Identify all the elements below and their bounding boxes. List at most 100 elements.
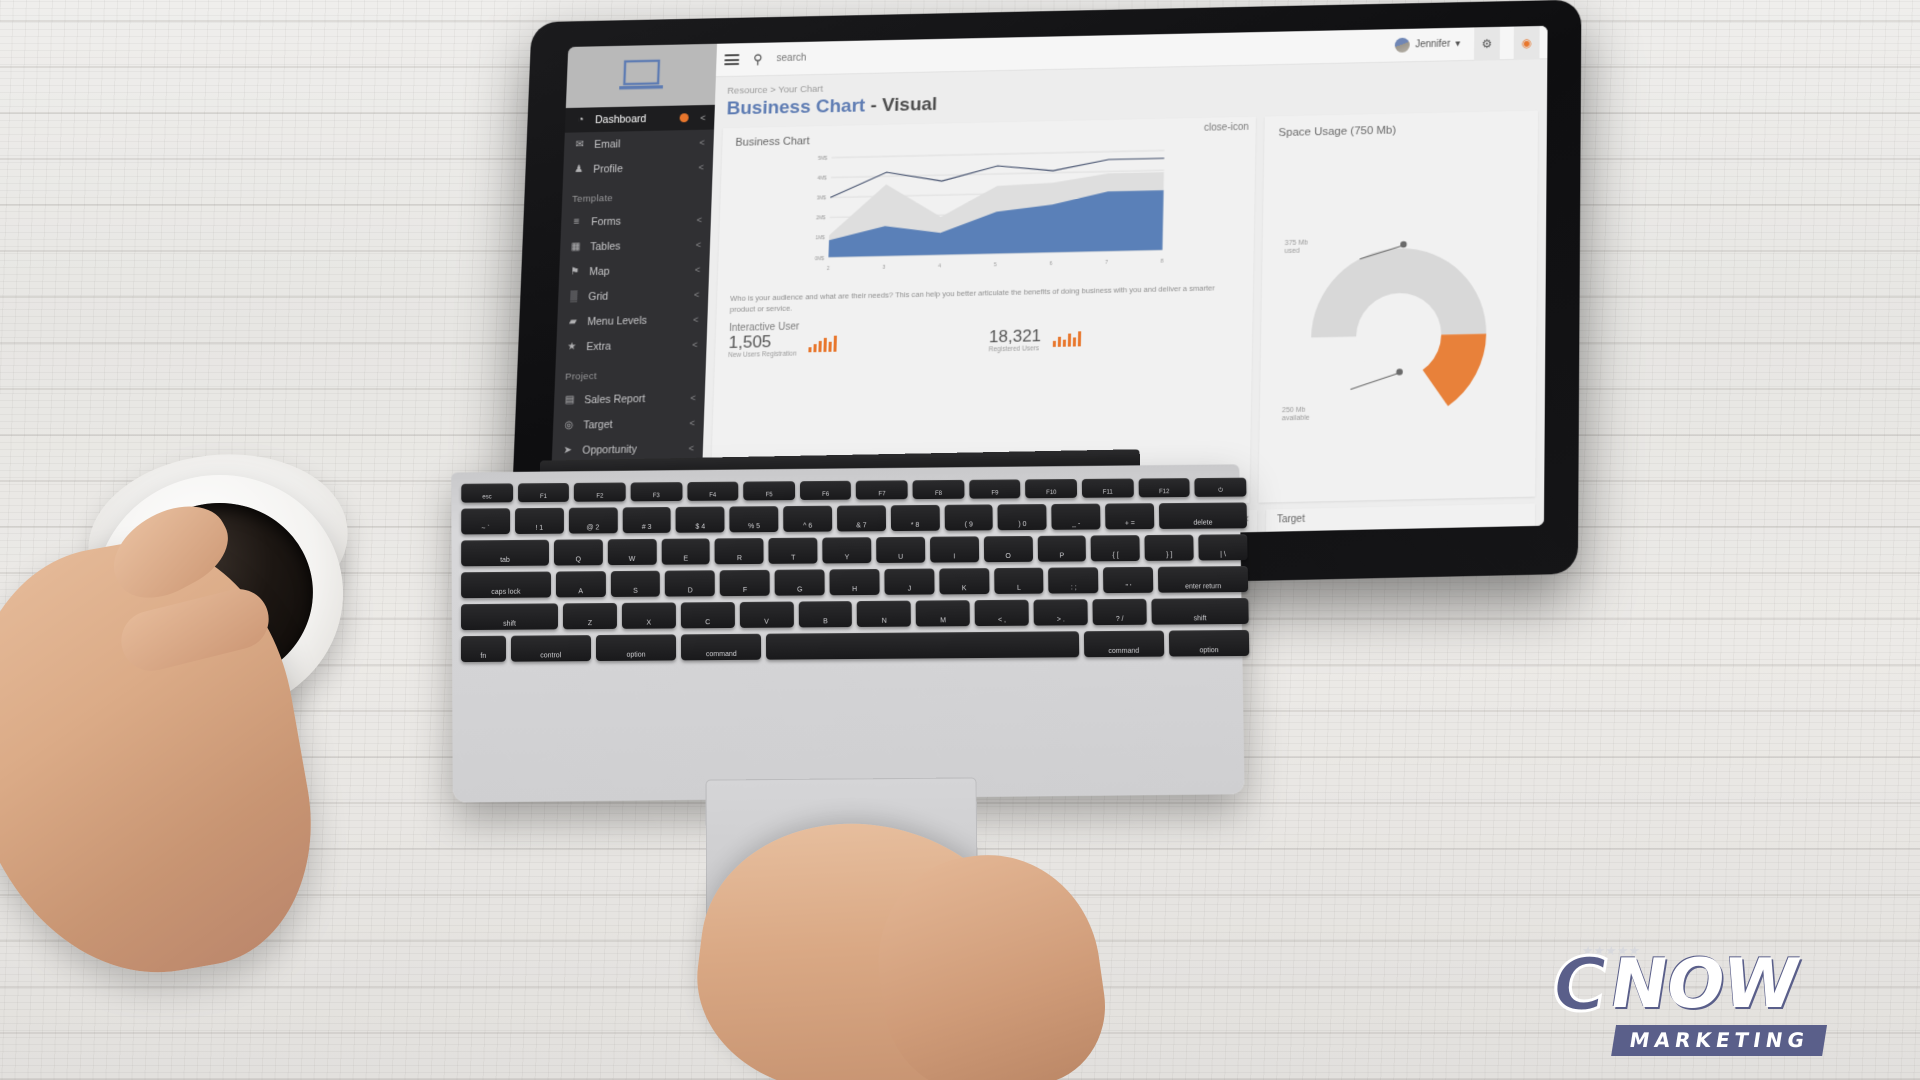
key--[interactable]: ? / (1092, 598, 1147, 626)
key-fn[interactable]: fn (460, 635, 506, 663)
sidebar-item-dashboard[interactable]: ◔ Dashboard < (564, 104, 715, 133)
key-f[interactable]: F (720, 569, 770, 597)
key-delete[interactable]: delete (1158, 502, 1247, 529)
user-menu[interactable]: Jennifer ▾ (1395, 37, 1460, 53)
key-r[interactable]: R (715, 538, 764, 565)
key--[interactable]: { [ (1090, 535, 1141, 562)
key-shift[interactable]: shift (461, 603, 559, 631)
key--[interactable]: ~ ` (461, 508, 510, 535)
key-enter-return[interactable]: enter return (1158, 566, 1249, 593)
sidebar-item-map[interactable]: ⚑ Map < (559, 257, 710, 285)
sidebar-item-tables[interactable]: ▦ Tables < (560, 232, 711, 260)
sidebar-item-sales-report[interactable]: ▤ Sales Report < (554, 385, 705, 413)
key-f11[interactable]: F11 (1081, 478, 1134, 498)
key--9[interactable]: ( 9 (944, 504, 994, 531)
search-input[interactable] (776, 40, 1382, 65)
key--[interactable]: : ; (1048, 567, 1099, 594)
business-chart-svg: 0M$ 1M$ 2M$ 3M$ 4M$ 5M$ 2 3 4 5 6 7 8 (815, 142, 1246, 272)
sidebar-logo[interactable] (565, 43, 718, 109)
key-tab[interactable]: tab (461, 539, 549, 567)
sidebar-item-extra[interactable]: ★ Extra < (556, 331, 707, 359)
key-h[interactable]: H (829, 568, 880, 596)
key-option[interactable]: option (595, 634, 677, 662)
key-space[interactable] (766, 631, 1079, 660)
pie-chart-icon: ◔ (577, 114, 584, 126)
key-control[interactable]: control (510, 635, 591, 662)
key-d[interactable]: D (665, 570, 716, 597)
y-tick-label: 4M$ (817, 176, 827, 182)
key--3[interactable]: # 3 (622, 506, 672, 534)
key-u[interactable]: U (876, 536, 926, 564)
gear-icon[interactable]: ⚙ (1473, 26, 1501, 61)
sidebar-item-grid[interactable]: ▒ Grid < (558, 281, 709, 309)
search-icon[interactable]: ⚲ (753, 51, 763, 67)
key-f8[interactable]: F8 (912, 479, 965, 500)
key--6[interactable]: ^ 6 (783, 505, 833, 532)
key--8[interactable]: * 8 (890, 504, 940, 532)
key--[interactable]: _ - (1051, 503, 1101, 530)
key-v[interactable]: V (739, 601, 794, 628)
key-command[interactable]: command (681, 633, 762, 661)
key--4[interactable]: $ 4 (675, 506, 725, 533)
key--2[interactable]: @ 2 (568, 507, 618, 534)
key--[interactable]: < , (974, 599, 1029, 627)
key-s[interactable]: S (610, 570, 661, 597)
sidebar-item-forms[interactable]: ≡ Forms < (561, 207, 712, 235)
key--1[interactable]: ! 1 (514, 507, 564, 535)
key-f4[interactable]: F4 (686, 481, 739, 501)
sidebar-item-menu-levels[interactable]: ▰ Menu Levels < (557, 306, 708, 334)
key-g[interactable]: G (774, 569, 825, 596)
globe-icon[interactable]: ◉ (1513, 25, 1540, 60)
key--[interactable]: ⏻ (1194, 477, 1247, 497)
sidebar-item-email[interactable]: ✉ Email < (564, 130, 714, 158)
key--[interactable]: > . (1033, 599, 1088, 626)
key-x[interactable]: X (621, 602, 676, 629)
key--[interactable]: } ] (1144, 534, 1194, 561)
sidebar-item-label: Menu Levels (587, 314, 648, 328)
sidebar-item-target[interactable]: ◎ Target < (553, 410, 705, 438)
key-i[interactable]: I (929, 536, 979, 563)
key-caps-lock[interactable]: caps lock (461, 571, 551, 599)
key-c[interactable]: C (680, 602, 735, 629)
key-f1[interactable]: F1 (517, 482, 570, 503)
key-f3[interactable]: F3 (630, 482, 683, 502)
key--0[interactable]: ) 0 (997, 504, 1047, 531)
key--[interactable]: | \ (1198, 534, 1248, 561)
sidebar-item-label: Email (593, 137, 621, 151)
key-b[interactable]: B (798, 601, 853, 628)
key-command[interactable]: command (1083, 630, 1165, 658)
key-f6[interactable]: F6 (799, 480, 852, 501)
key-f5[interactable]: F5 (743, 481, 795, 501)
key-f12[interactable]: F12 (1138, 478, 1191, 498)
key--[interactable]: " ' (1103, 566, 1154, 594)
key-z[interactable]: Z (562, 602, 617, 630)
key-option[interactable]: option (1168, 629, 1250, 657)
key--5[interactable]: % 5 (729, 506, 779, 533)
key-y[interactable]: Y (822, 537, 872, 564)
sidebar-item-label: Tables (590, 240, 621, 253)
key-a[interactable]: A (555, 571, 606, 598)
key-l[interactable]: L (993, 567, 1044, 594)
hamburger-icon[interactable] (724, 54, 740, 66)
key-p[interactable]: P (1037, 535, 1087, 562)
key-n[interactable]: N (857, 600, 912, 627)
key--7[interactable]: & 7 (836, 505, 886, 532)
key-shift[interactable]: shift (1151, 597, 1249, 625)
key-f2[interactable]: F2 (574, 482, 626, 502)
key-f7[interactable]: F7 (856, 480, 908, 500)
key-t[interactable]: T (768, 537, 818, 564)
close-icon[interactable]: close-icon (1204, 122, 1249, 134)
key-o[interactable]: O (983, 535, 1033, 563)
key-j[interactable]: J (884, 568, 935, 595)
key-e[interactable]: E (661, 538, 711, 565)
keyboard-row-3: caps lock A S D F G H J K L: ; " ' enter return (455, 566, 1254, 599)
key--[interactable]: + = (1105, 503, 1155, 530)
key-q[interactable]: Q (553, 539, 603, 566)
key-w[interactable]: W (607, 538, 657, 566)
key-m[interactable]: M (915, 600, 971, 627)
key-k[interactable]: K (939, 568, 990, 595)
key-f9[interactable]: F9 (969, 479, 1021, 499)
key-esc[interactable]: esc (461, 483, 513, 503)
sidebar-item-profile[interactable]: ♟ Profile < (563, 154, 713, 182)
key-f10[interactable]: F10 (1025, 478, 1078, 499)
